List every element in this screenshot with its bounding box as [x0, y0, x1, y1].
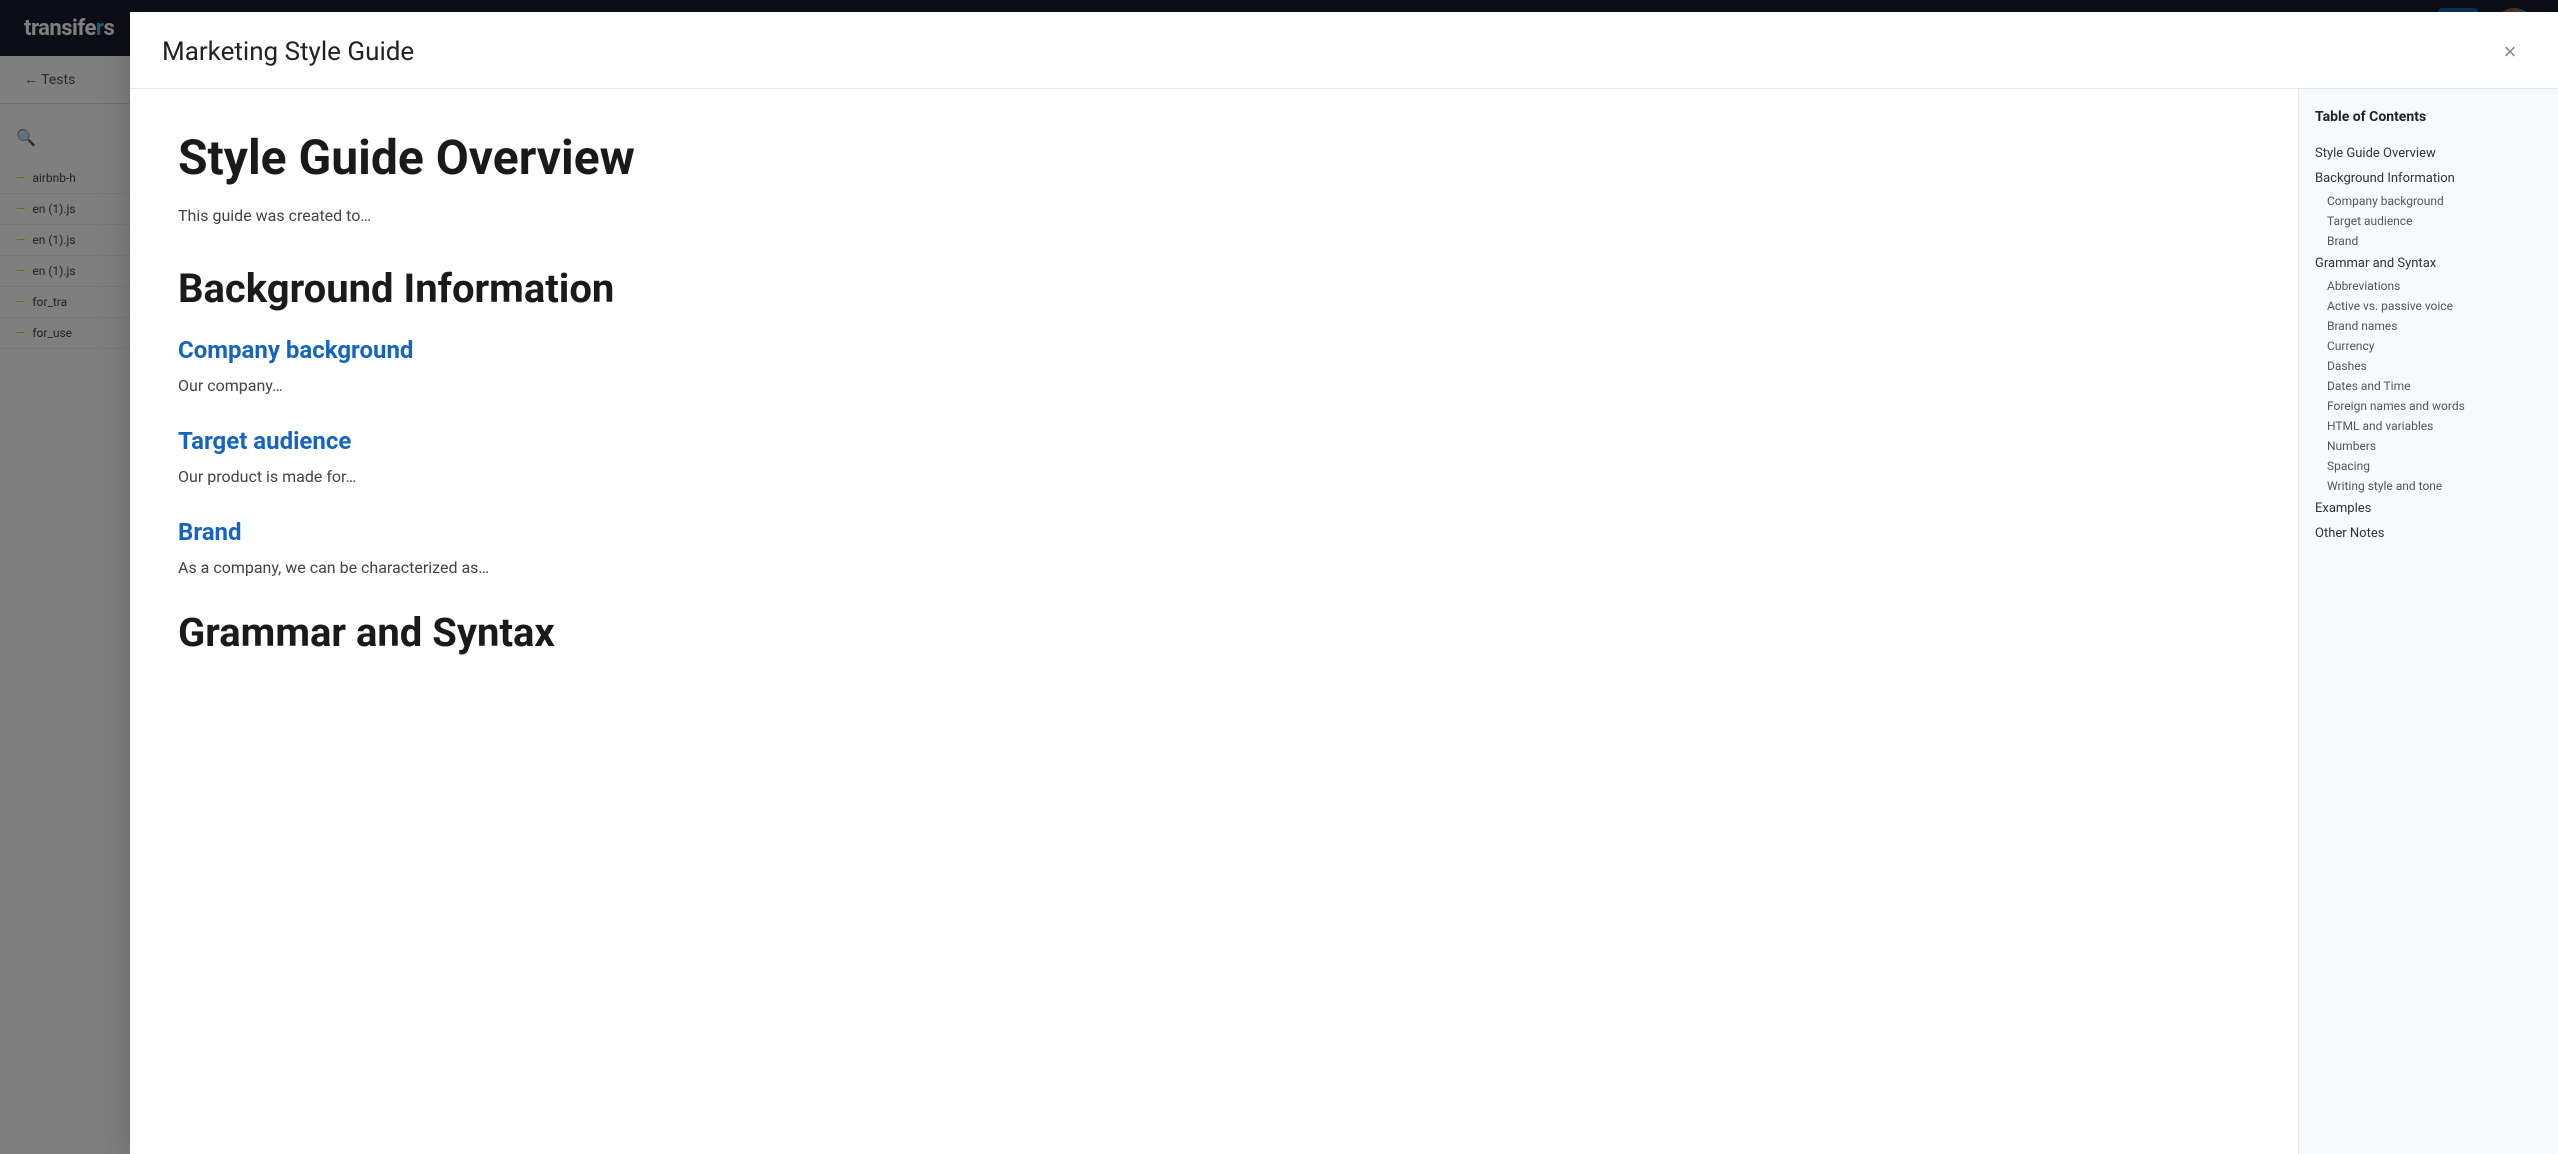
toc-sub-item[interactable]: Company background [2315, 191, 2542, 211]
background-heading: Background Information [178, 265, 2250, 312]
toc-main-item[interactable]: Examples [2315, 496, 2542, 521]
modal-close-button[interactable]: × [2494, 36, 2526, 68]
toc-sub-item[interactable]: Numbers [2315, 436, 2542, 456]
brand-heading: Brand [178, 518, 2250, 546]
toc-sub-item[interactable]: Writing style and tone [2315, 476, 2542, 496]
company-heading: Company background [178, 336, 2250, 364]
toc-sub-item[interactable]: HTML and variables [2315, 416, 2542, 436]
overview-intro: This guide was created to… [178, 206, 2250, 225]
toc-sub-item[interactable]: Spacing [2315, 456, 2542, 476]
audience-heading: Target audience [178, 427, 2250, 455]
grammar-heading: Grammar and Syntax [178, 609, 2250, 656]
toc-main-item[interactable]: Grammar and Syntax [2315, 251, 2542, 276]
modal-body: Style Guide Overview This guide was crea… [130, 89, 2558, 1154]
brand-text: As a company, we can be characterized as… [178, 558, 2250, 577]
toc-main-item[interactable]: Other Notes [2315, 521, 2542, 546]
modal-header: Marketing Style Guide × [130, 12, 2558, 89]
toc-sub-item[interactable]: Dates and Time [2315, 376, 2542, 396]
company-text: Our company… [178, 376, 2250, 395]
toc-sub-item[interactable]: Dashes [2315, 356, 2542, 376]
style-guide-modal: Marketing Style Guide × Style Guide Over… [130, 12, 2558, 1154]
toc-sub-item[interactable]: Brand names [2315, 316, 2542, 336]
overview-heading: Style Guide Overview [178, 129, 2250, 186]
toc-sub-item[interactable]: Foreign names and words [2315, 396, 2542, 416]
toc-panel: Table of Contents Style Guide OverviewBa… [2298, 89, 2558, 1154]
toc-list: Style Guide OverviewBackground Informati… [2315, 141, 2542, 546]
toc-sub-item[interactable]: Active vs. passive voice [2315, 296, 2542, 316]
toc-title: Table of Contents [2315, 109, 2542, 125]
toc-sub-item[interactable]: Abbreviations [2315, 276, 2542, 296]
toc-sub-item[interactable]: Brand [2315, 231, 2542, 251]
toc-main-item[interactable]: Style Guide Overview [2315, 141, 2542, 166]
toc-sub-item[interactable]: Target audience [2315, 211, 2542, 231]
audience-text: Our product is made for… [178, 467, 2250, 486]
toc-main-item[interactable]: Background Information [2315, 166, 2542, 191]
modal-title: Marketing Style Guide [162, 37, 414, 67]
style-guide-content: Style Guide Overview This guide was crea… [130, 89, 2298, 1154]
toc-sub-item[interactable]: Currency [2315, 336, 2542, 356]
